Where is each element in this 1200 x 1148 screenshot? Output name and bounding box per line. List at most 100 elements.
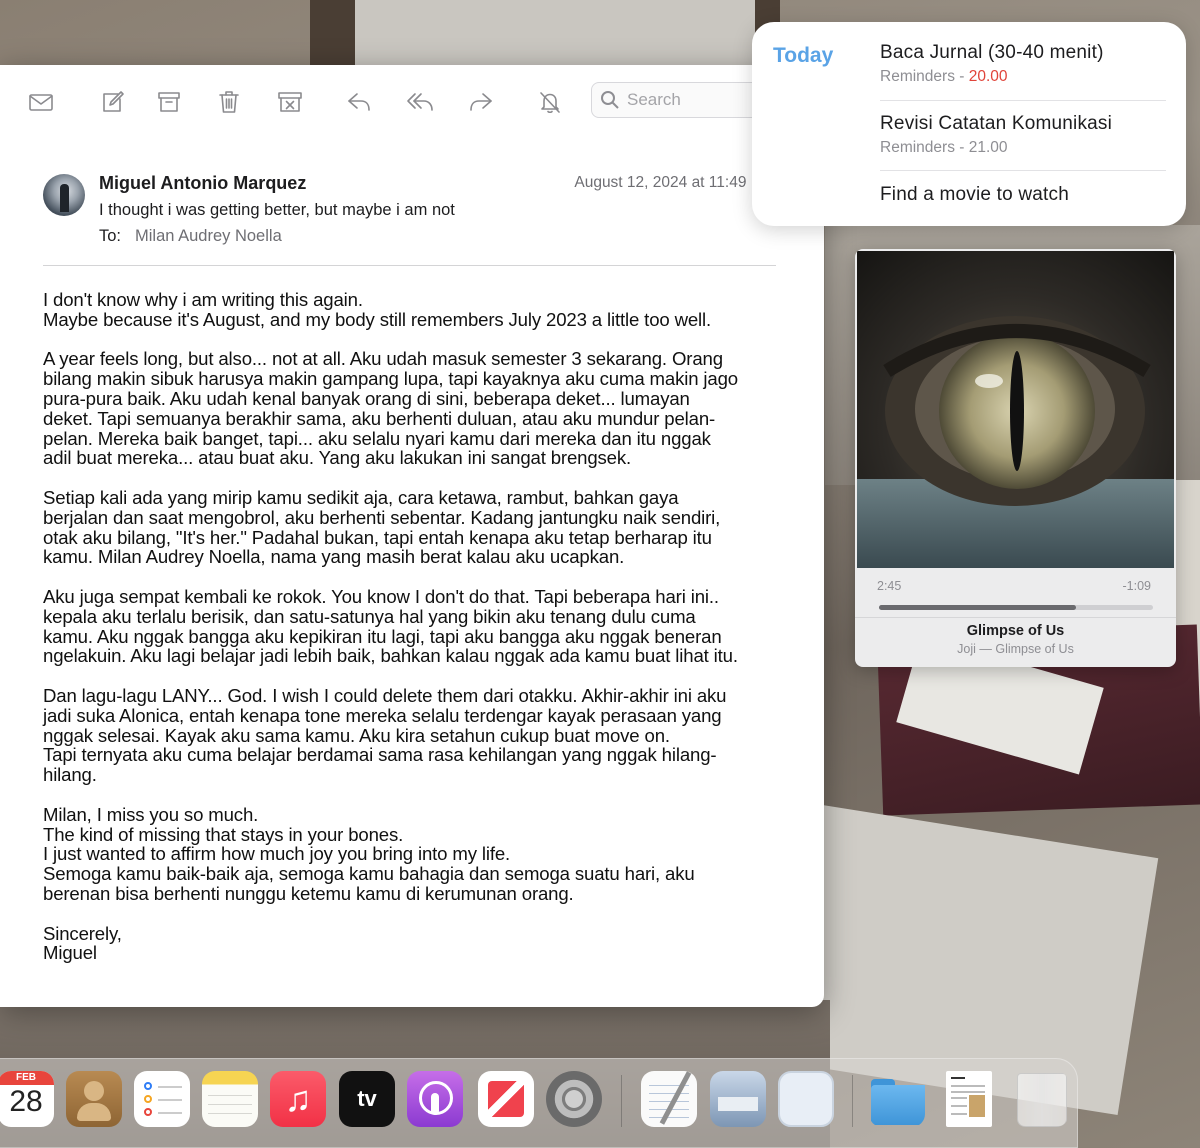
music-icon[interactable]: ♫ bbox=[270, 1071, 326, 1127]
envelope-icon bbox=[29, 94, 53, 111]
trash-icon bbox=[219, 91, 239, 113]
calendar-icon[interactable]: FEB 28 bbox=[0, 1071, 54, 1127]
forward-button[interactable] bbox=[465, 87, 497, 117]
reminder-subtitle: Reminders - 20.00 bbox=[880, 68, 1166, 86]
body-paragraph: A year feels long, but also... not at al… bbox=[43, 348, 738, 469]
doc-line bbox=[951, 1113, 967, 1115]
mail-toolbar bbox=[0, 65, 824, 137]
doc-line bbox=[951, 1105, 967, 1107]
forward-icon bbox=[470, 93, 492, 111]
delete-button[interactable] bbox=[213, 87, 245, 117]
get-mail-button[interactable] bbox=[25, 87, 57, 117]
dock-separator bbox=[621, 1075, 622, 1127]
reminder-list: Reminders - bbox=[880, 139, 969, 156]
reminder-item[interactable]: Baca Jurnal (30-40 menit) Reminders - 20… bbox=[880, 42, 1166, 86]
reminder-time-overdue: 20.00 bbox=[968, 68, 1008, 85]
elapsed-time: 2:45 bbox=[877, 579, 902, 593]
search-icon bbox=[601, 91, 619, 109]
sender-name[interactable]: Miguel Antonio Marquez bbox=[99, 173, 306, 194]
reminder-item[interactable]: Revisi Catatan Komunikasi Reminders - 21… bbox=[880, 113, 1166, 157]
reply-all-button[interactable] bbox=[404, 87, 436, 117]
body-paragraph: I don't know why i am writing this again… bbox=[43, 289, 712, 330]
podcasts-icon[interactable] bbox=[407, 1071, 463, 1127]
archive-icon bbox=[158, 92, 180, 112]
notes-line bbox=[208, 1113, 252, 1114]
body-paragraph: Aku juga sempat kembali ke rokok. You kn… bbox=[43, 585, 738, 667]
reminder-title: Find a movie to watch bbox=[880, 184, 1070, 205]
reminders-heading: Today bbox=[773, 44, 834, 67]
doc-line bbox=[951, 1091, 985, 1093]
reminders-icon[interactable] bbox=[134, 1071, 190, 1127]
contacts-icon[interactable] bbox=[66, 1071, 122, 1127]
reminder-subtitle: Reminders - 21.00 bbox=[880, 139, 1166, 157]
reminder-item[interactable]: Find a movie to watch bbox=[880, 184, 1166, 206]
reminder-line bbox=[158, 1099, 182, 1101]
mail-window: Miguel Antonio Marquez I thought i was g… bbox=[0, 65, 824, 1007]
doc-heading-line bbox=[951, 1077, 965, 1079]
reminder-divider bbox=[880, 170, 1166, 171]
playback-progress-bar[interactable] bbox=[879, 605, 1153, 610]
textedit-line bbox=[649, 1101, 689, 1102]
textedit-line bbox=[649, 1109, 689, 1110]
player-divider bbox=[855, 617, 1176, 618]
notes-line bbox=[208, 1095, 252, 1096]
doc-line bbox=[951, 1097, 967, 1099]
archive-button[interactable] bbox=[153, 87, 185, 117]
recipient-label: To: bbox=[99, 227, 122, 245]
news-icon[interactable] bbox=[478, 1071, 534, 1127]
notes-line bbox=[208, 1104, 252, 1105]
textedit-line bbox=[649, 1093, 689, 1094]
reminder-dot-orange bbox=[144, 1095, 152, 1103]
reminder-title: Baca Jurnal (30-40 menit) bbox=[880, 42, 1104, 63]
document-icon[interactable] bbox=[946, 1071, 992, 1127]
calendar-day: 28 bbox=[9, 1085, 43, 1118]
reminder-time: 21.00 bbox=[968, 139, 1008, 156]
message-date: August 12, 2024 at 11:49 PM bbox=[574, 174, 774, 191]
junk-button[interactable] bbox=[274, 87, 306, 117]
tv-icon[interactable]: tv bbox=[339, 1071, 395, 1127]
avatar bbox=[43, 174, 85, 216]
body-paragraph: Milan, I miss you so much. The kind of m… bbox=[43, 803, 695, 904]
textedit-icon[interactable] bbox=[641, 1071, 697, 1127]
body-paragraph: Setiap kali ada yang mirip kamu sedikit … bbox=[43, 486, 721, 568]
bell-slash-icon bbox=[540, 92, 560, 114]
compose-icon bbox=[103, 91, 124, 112]
blank-document-icon[interactable] bbox=[778, 1071, 834, 1127]
now-playing-widget[interactable]: 2:45 -1:09 Glimpse of Us Joji — Glimpse … bbox=[855, 249, 1176, 667]
folder-icon[interactable] bbox=[869, 1071, 925, 1127]
textedit-line bbox=[649, 1117, 689, 1118]
compose-button[interactable] bbox=[96, 87, 128, 117]
track-artist-album: Joji — Glimpse of Us bbox=[957, 642, 1074, 656]
doc-line bbox=[951, 1085, 985, 1087]
message-body: I don't know why i am writing this again… bbox=[43, 290, 783, 983]
system-settings-icon[interactable] bbox=[546, 1071, 602, 1127]
dock-separator bbox=[852, 1075, 853, 1127]
reminder-dot-red bbox=[144, 1108, 152, 1116]
reminder-title: Revisi Catatan Komunikasi bbox=[880, 113, 1113, 134]
calendar-month: FEB bbox=[0, 1071, 54, 1085]
remaining-time: -1:09 bbox=[1122, 579, 1152, 593]
reminder-dot-blue bbox=[144, 1082, 152, 1090]
track-title: Glimpse of Us bbox=[966, 623, 1065, 639]
reply-button[interactable] bbox=[343, 87, 375, 117]
reminders-widget[interactable]: Today Baca Jurnal (30-40 menit) Reminder… bbox=[752, 22, 1186, 226]
reminder-line bbox=[158, 1086, 182, 1088]
textedit-line bbox=[649, 1085, 689, 1086]
tv-label: tv bbox=[357, 1086, 377, 1111]
notes-icon[interactable] bbox=[202, 1071, 258, 1127]
recipient-name[interactable]: Milan Audrey Noella bbox=[135, 227, 282, 246]
header-divider bbox=[43, 265, 776, 266]
preview-icon[interactable] bbox=[710, 1071, 766, 1127]
body-paragraph: Dan lagu-lagu LANY... God. I wish I coul… bbox=[43, 684, 727, 786]
reply-icon bbox=[348, 93, 370, 111]
trash-icon[interactable] bbox=[1013, 1071, 1069, 1127]
mute-button[interactable] bbox=[534, 87, 566, 117]
reminder-line bbox=[158, 1112, 182, 1114]
reminder-list: Reminders - bbox=[880, 68, 969, 85]
reminder-divider bbox=[880, 100, 1166, 101]
reply-all-icon bbox=[407, 93, 433, 111]
playback-progress-fill bbox=[879, 605, 1077, 610]
message-subject: I thought i was getting better, but mayb… bbox=[99, 201, 455, 219]
wallpaper-window-light bbox=[355, 0, 755, 66]
body-signature: Sincerely, Miguel bbox=[43, 922, 122, 964]
